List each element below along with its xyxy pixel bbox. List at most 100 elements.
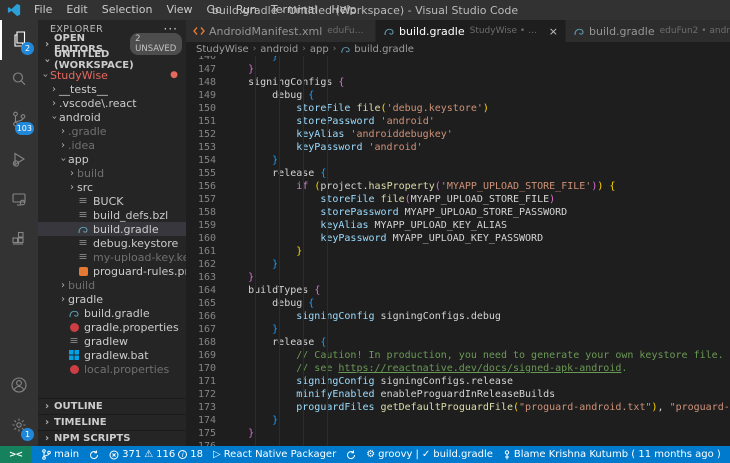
task-runner-item[interactable]: ▷ React Native Packager	[213, 449, 336, 460]
code-line[interactable]: 156 if (project.hasProperty('MYAPP_UPLOA…	[186, 180, 730, 193]
sync-button-2[interactable]	[346, 450, 356, 460]
pane-npm-scripts[interactable]: › NPM SCRIPTS	[38, 430, 186, 446]
remote-indicator[interactable]: ><	[0, 446, 32, 463]
code-line[interactable]: 171 signingConfig signingConfigs.release	[186, 375, 730, 388]
code-editor[interactable]: 146 } 147 } 148 signingConfigs {149 debug …	[186, 56, 730, 446]
code-line[interactable]: 174 }	[186, 414, 730, 427]
tree-file-my-upload-key-keystore[interactable]: ≡ my-upload-key.keystore	[38, 250, 186, 264]
code-line[interactable]: 170 // see https://reactnative.dev/docs/…	[186, 362, 730, 375]
chevron-right-icon: ›	[61, 139, 65, 151]
tree-folder--idea[interactable]: › .idea	[38, 138, 186, 152]
tree-file-proguard-rules-pro[interactable]: proguard-rules.pro	[38, 264, 186, 278]
code-line[interactable]: 163 }	[186, 271, 730, 284]
git-branch-item[interactable]: main	[42, 449, 79, 460]
tree-file-build-gradle[interactable]: build.gradle	[38, 222, 186, 236]
activity-source-control[interactable]: 103	[0, 100, 38, 140]
tree-file-debug-keystore[interactable]: ≡ debug.keystore	[38, 236, 186, 250]
tree-folder-studywise[interactable]: › StudyWise ●	[38, 68, 186, 82]
tree-folder-gradle[interactable]: › gradle	[38, 292, 186, 306]
tree-folder-src[interactable]: › src	[38, 180, 186, 194]
more-actions-icon[interactable]: ···	[164, 23, 178, 35]
language-mode: groovy	[378, 449, 413, 460]
menu-edit[interactable]: Edit	[59, 0, 94, 20]
activity-run-debug[interactable]	[0, 140, 38, 180]
code-line[interactable]: 159 keyAlias MYAPP_UPLOAD_KEY_ALIAS	[186, 219, 730, 232]
tree-folder--vscode-react[interactable]: › .vscode\.react	[38, 96, 186, 110]
tree-file-build-gradle[interactable]: build.gradle	[38, 306, 186, 320]
menu-file[interactable]: File	[27, 0, 59, 20]
tree-file-local-properties[interactable]: local.properties	[38, 362, 186, 376]
activity-account[interactable]	[0, 366, 38, 406]
line-number: 165	[197, 298, 216, 309]
code-line[interactable]: 161 }	[186, 245, 730, 258]
tree-folder-android[interactable]: › android	[38, 110, 186, 124]
breadcrumb-item[interactable]: StudyWise	[196, 44, 249, 55]
line-text: storePassword MYAPP_UPLOAD_STORE_PASSWOR…	[224, 207, 568, 218]
menu-selection[interactable]: Selection	[95, 0, 160, 20]
activity-settings[interactable]: 1	[0, 406, 38, 446]
line-text: keyAlias MYAPP_UPLOAD_KEY_ALIAS	[224, 220, 507, 231]
code-line[interactable]: 160 keyPassword MYAPP_UPLOAD_KEY_PASSWOR…	[186, 232, 730, 245]
line-number: 166	[197, 311, 216, 322]
activity-remote-explorer[interactable]	[0, 180, 38, 220]
line-text: // Caution! In production, you need to g…	[224, 350, 724, 361]
breadcrumb-item[interactable]: app	[310, 44, 329, 55]
code-line[interactable]: 148 signingConfigs {	[186, 76, 730, 89]
tab-1-build-gradle[interactable]: build.gradle StudyWise • android\app ×	[376, 20, 566, 42]
code-line[interactable]: 168 release {	[186, 336, 730, 349]
line-text: signingConfigs {	[224, 77, 345, 88]
code-line[interactable]: 176	[186, 440, 730, 446]
problems-item[interactable]: 371 ⚠ 116 i 18	[109, 449, 203, 460]
sync-button[interactable]	[89, 450, 99, 460]
code-line[interactable]: 169 // Caution! In production, you need …	[186, 349, 730, 362]
breadcrumb: StudyWise › android › app › build.gradle	[186, 42, 730, 56]
breadcrumb-item[interactable]: build.gradle	[354, 44, 414, 55]
pane-outline[interactable]: › OUTLINE	[38, 398, 186, 414]
menu-view[interactable]: View	[159, 0, 199, 20]
code-line[interactable]: 150 storeFile file('debug.keystore')	[186, 102, 730, 115]
tree-folder-app[interactable]: › app	[38, 152, 186, 166]
code-line[interactable]: 154 }	[186, 154, 730, 167]
gradle-icon	[383, 25, 395, 37]
code-line[interactable]: 146 }	[186, 56, 730, 63]
code-line[interactable]: 153 keyPassword 'android'	[186, 141, 730, 154]
tree-file-gradlew-bat[interactable]: gradlew.bat	[38, 348, 186, 362]
code-line[interactable]: 147 }	[186, 63, 730, 76]
code-line[interactable]: 167 }	[186, 323, 730, 336]
tree-file-buck[interactable]: ≡ BUCK	[38, 194, 186, 208]
tree-folder-build[interactable]: › build	[38, 166, 186, 180]
git-blame-item[interactable]: Blame Krishna Kutumb ( 11 months ago )	[503, 449, 721, 460]
workspace-section[interactable]: › UNTITLED (WORKSPACE)	[38, 49, 186, 71]
tab-2-build-gradle[interactable]: build.gradle eduFun2 • android\app	[566, 20, 730, 42]
code-line[interactable]: 164 buildTypes {	[186, 284, 730, 297]
code-line[interactable]: 152 keyAlias 'androiddebugkey'	[186, 128, 730, 141]
code-line[interactable]: 165 debug {	[186, 297, 730, 310]
code-line[interactable]: 172 minifyEnabled enableProguardInReleas…	[186, 388, 730, 401]
tree-folder-build[interactable]: › build	[38, 278, 186, 292]
activity-extensions[interactable]	[0, 220, 38, 260]
code-line[interactable]: 151 storePassword 'android'	[186, 115, 730, 128]
tree-file-gradlew[interactable]: ≡ gradlew	[38, 334, 186, 348]
line-text: signingConfig signingConfigs.release	[224, 376, 513, 387]
code-line[interactable]: 162 }	[186, 258, 730, 271]
tree-folder--gradle[interactable]: › .gradle	[38, 124, 186, 138]
file-icon: ≡	[78, 236, 88, 249]
code-line[interactable]: 158 storePassword MYAPP_UPLOAD_STORE_PAS…	[186, 206, 730, 219]
tree-file-gradle-properties[interactable]: gradle.properties	[38, 320, 186, 334]
activity-explorer[interactable]: 2	[0, 20, 38, 60]
language-status-item[interactable]: ⚙ groovy | ✓ build.gradle	[366, 449, 493, 460]
code-line[interactable]: 149 debug {	[186, 89, 730, 102]
code-line[interactable]: 175 }	[186, 427, 730, 440]
activity-search[interactable]	[0, 60, 38, 100]
code-line[interactable]: 157 storeFile file(MYAPP_UPLOAD_STORE_FI…	[186, 193, 730, 206]
pane-timeline[interactable]: › TIMELINE	[38, 414, 186, 430]
tab-0-androidmanifest-xml[interactable]: AndroidManifest.xml eduFun2 • android\...	[186, 20, 376, 42]
code-line[interactable]: 166 signingConfig signingConfigs.debug	[186, 310, 730, 323]
tree-folder--tests-[interactable]: › __tests__	[38, 82, 186, 96]
code-line[interactable]: 173 proguardFiles getDefaultProguardFile…	[186, 401, 730, 414]
code-line[interactable]: 155 release {	[186, 167, 730, 180]
tree-file-build-defs-bzl[interactable]: ≡ build_defs.bzl	[38, 208, 186, 222]
breadcrumb-item[interactable]: android	[260, 44, 298, 55]
tab-detail: eduFun2 • android\app	[659, 26, 730, 36]
close-icon[interactable]: ×	[549, 25, 558, 38]
